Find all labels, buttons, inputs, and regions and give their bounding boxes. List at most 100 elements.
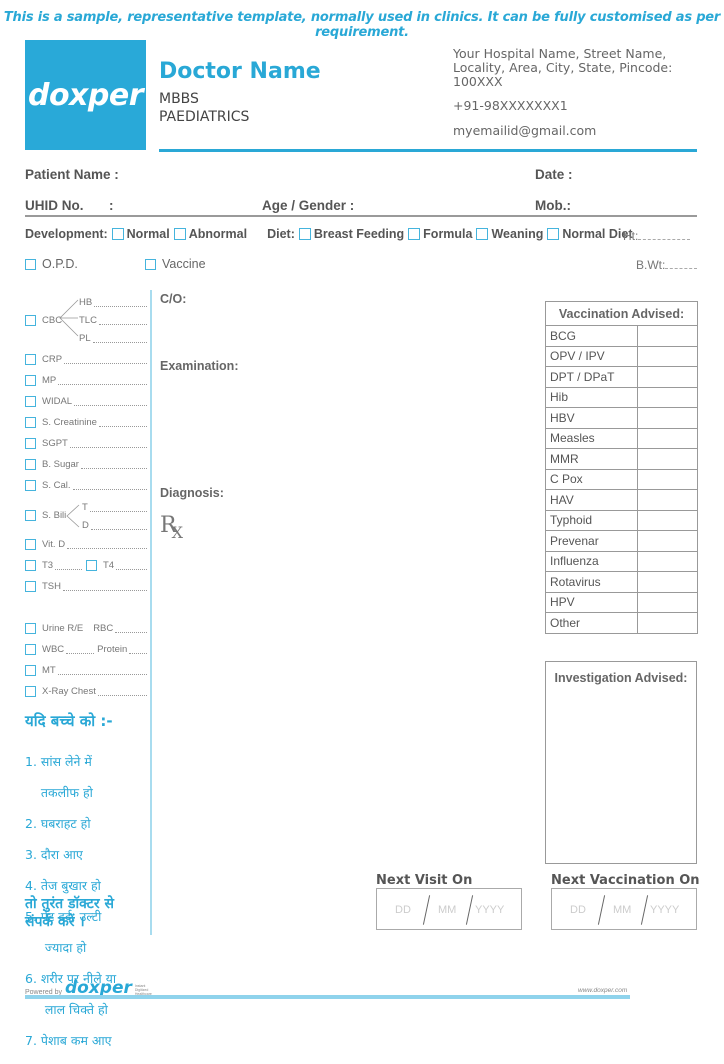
diet-formula-checkbox[interactable] bbox=[408, 228, 421, 240]
vaccination-row: Prevenar bbox=[545, 530, 698, 552]
vaccine-entry-cell[interactable] bbox=[637, 427, 698, 449]
mt-checkbox[interactable] bbox=[25, 665, 36, 676]
vaccination-table: Vaccination Advised: BCG OPV / IPV DPT / D… bbox=[545, 301, 698, 634]
vitd-checkbox[interactable] bbox=[25, 539, 36, 550]
cbc-hb-line[interactable] bbox=[94, 298, 147, 307]
investigation-checkbox[interactable] bbox=[25, 459, 36, 470]
development-normal-checkbox[interactable] bbox=[111, 228, 124, 240]
header-divider bbox=[159, 149, 697, 152]
sbili-t-line[interactable] bbox=[89, 503, 147, 512]
date-separator bbox=[640, 895, 649, 925]
t4-line[interactable] bbox=[116, 561, 147, 570]
investigation-line[interactable] bbox=[74, 397, 147, 406]
xray-checkbox[interactable] bbox=[25, 686, 36, 697]
investigation-line[interactable] bbox=[69, 439, 147, 448]
rbc-line[interactable] bbox=[115, 624, 147, 633]
vaccine-entry-cell[interactable] bbox=[637, 448, 698, 470]
tsh-checkbox[interactable] bbox=[25, 581, 36, 592]
t4-checkbox[interactable] bbox=[86, 560, 97, 571]
investigation-checkbox[interactable] bbox=[25, 480, 36, 491]
hindi-list-item: ज्यादा हो bbox=[25, 939, 87, 955]
column-divider bbox=[150, 290, 152, 935]
mt-line[interactable] bbox=[57, 666, 147, 675]
investigation-line[interactable] bbox=[98, 418, 147, 427]
investigation-checkbox[interactable] bbox=[25, 354, 36, 365]
investigation-advised-box[interactable]: Investigation Advised: bbox=[545, 661, 697, 864]
sbili-checkbox[interactable] bbox=[25, 510, 36, 521]
vaccination-row: Influenza bbox=[545, 550, 698, 572]
investigation-line[interactable] bbox=[72, 481, 147, 490]
diet-breast-feeding-checkbox[interactable] bbox=[298, 228, 311, 240]
mt-item: MT bbox=[25, 665, 147, 676]
vitd-line[interactable] bbox=[67, 540, 147, 549]
mobile-label: Mob.: bbox=[535, 198, 571, 213]
investigation-item: SGPT bbox=[25, 438, 147, 449]
vaccine-entry-cell[interactable] bbox=[637, 325, 698, 347]
vaccination-row: OPV / IPV bbox=[545, 345, 698, 367]
investigation-line[interactable] bbox=[80, 460, 147, 469]
diagnosis-label: Diagnosis: bbox=[160, 486, 224, 500]
vaccine-entry-cell[interactable] bbox=[637, 489, 698, 511]
rx-symbol-icon: RX bbox=[160, 513, 183, 542]
opd-checkbox[interactable] bbox=[25, 258, 36, 270]
wbc-item: WBC Protein bbox=[25, 644, 147, 655]
vaccine-entry-cell[interactable] bbox=[637, 366, 698, 388]
sbili-d-line[interactable] bbox=[90, 521, 147, 530]
investigation-item: S. Cal. bbox=[25, 480, 147, 491]
vaccine-name: C Pox bbox=[545, 468, 638, 490]
vaccine-entry-cell[interactable] bbox=[637, 386, 698, 408]
vaccine-checkbox[interactable] bbox=[145, 258, 156, 270]
tsh-line[interactable] bbox=[63, 582, 147, 591]
next-visit-title: Next Visit On bbox=[376, 873, 473, 888]
cbc-pl-field: PL bbox=[79, 333, 147, 344]
investigation-checkbox[interactable] bbox=[25, 417, 36, 428]
vaccine-entry-cell[interactable] bbox=[637, 509, 698, 531]
t3-checkbox[interactable] bbox=[25, 560, 36, 571]
vaccine-name: BCG bbox=[545, 325, 638, 347]
t3-line[interactable] bbox=[55, 561, 82, 570]
vaccine-entry-cell[interactable] bbox=[637, 571, 698, 593]
next-vaccination-mm: MM bbox=[613, 904, 632, 916]
investigation-checkbox[interactable] bbox=[25, 375, 36, 386]
investigation-label: SGPT bbox=[42, 438, 68, 449]
footer-website[interactable]: www.doxper.com bbox=[578, 987, 627, 994]
next-vaccination-title: Next Vaccination On bbox=[551, 873, 700, 888]
investigation-line[interactable] bbox=[64, 355, 147, 364]
vaccine-entry-cell[interactable] bbox=[637, 468, 698, 490]
next-vaccination-date-field[interactable]: DD MM YYYY bbox=[551, 888, 697, 930]
diet-weaning-checkbox[interactable] bbox=[476, 228, 489, 240]
date-label: Date : bbox=[535, 167, 573, 182]
vaccine-entry-cell[interactable] bbox=[637, 407, 698, 429]
wbc-checkbox[interactable] bbox=[25, 644, 36, 655]
vaccine-entry-cell[interactable] bbox=[637, 591, 698, 613]
vaccine-entry-cell[interactable] bbox=[637, 550, 698, 572]
cbc-tlc-line[interactable] bbox=[98, 316, 147, 325]
urine-checkbox[interactable] bbox=[25, 623, 36, 634]
development-normal-label: Normal bbox=[126, 227, 170, 241]
wbc-line[interactable] bbox=[66, 645, 95, 654]
protein-line[interactable] bbox=[129, 645, 147, 654]
vaccination-title: Vaccination Advised: bbox=[545, 301, 698, 326]
hindi-list-item: 2. घबराहट हो bbox=[25, 815, 91, 831]
hindi-list-item: 7. पेशाब कम आए bbox=[25, 1032, 112, 1048]
investigation-line[interactable] bbox=[58, 376, 147, 385]
vaccine-entry-cell[interactable] bbox=[637, 530, 698, 552]
height-input-line[interactable] bbox=[638, 229, 691, 240]
xray-line[interactable] bbox=[97, 687, 147, 696]
cbc-checkbox[interactable] bbox=[25, 315, 36, 326]
cbc-pl-line[interactable] bbox=[92, 334, 147, 343]
investigation-checkbox[interactable] bbox=[25, 438, 36, 449]
weight-input-line[interactable] bbox=[665, 258, 698, 269]
t4-label: T4 bbox=[103, 560, 115, 571]
investigation-checkbox[interactable] bbox=[25, 396, 36, 407]
vaccination-row: HBV bbox=[545, 407, 698, 429]
hindi-heading: यदि बच्चे को :- bbox=[25, 712, 113, 730]
vaccine-entry-cell[interactable] bbox=[637, 612, 698, 634]
opd-option: O.P.D. bbox=[25, 257, 78, 271]
diet-weaning-label: Weaning bbox=[491, 227, 544, 241]
development-abnormal-checkbox[interactable] bbox=[173, 228, 186, 240]
diet-normal-checkbox[interactable] bbox=[547, 228, 560, 240]
vaccine-entry-cell[interactable] bbox=[637, 345, 698, 367]
hospital-email: myemailid@gmail.com bbox=[453, 123, 597, 138]
next-visit-date-field[interactable]: DD MM YYYY bbox=[376, 888, 522, 930]
